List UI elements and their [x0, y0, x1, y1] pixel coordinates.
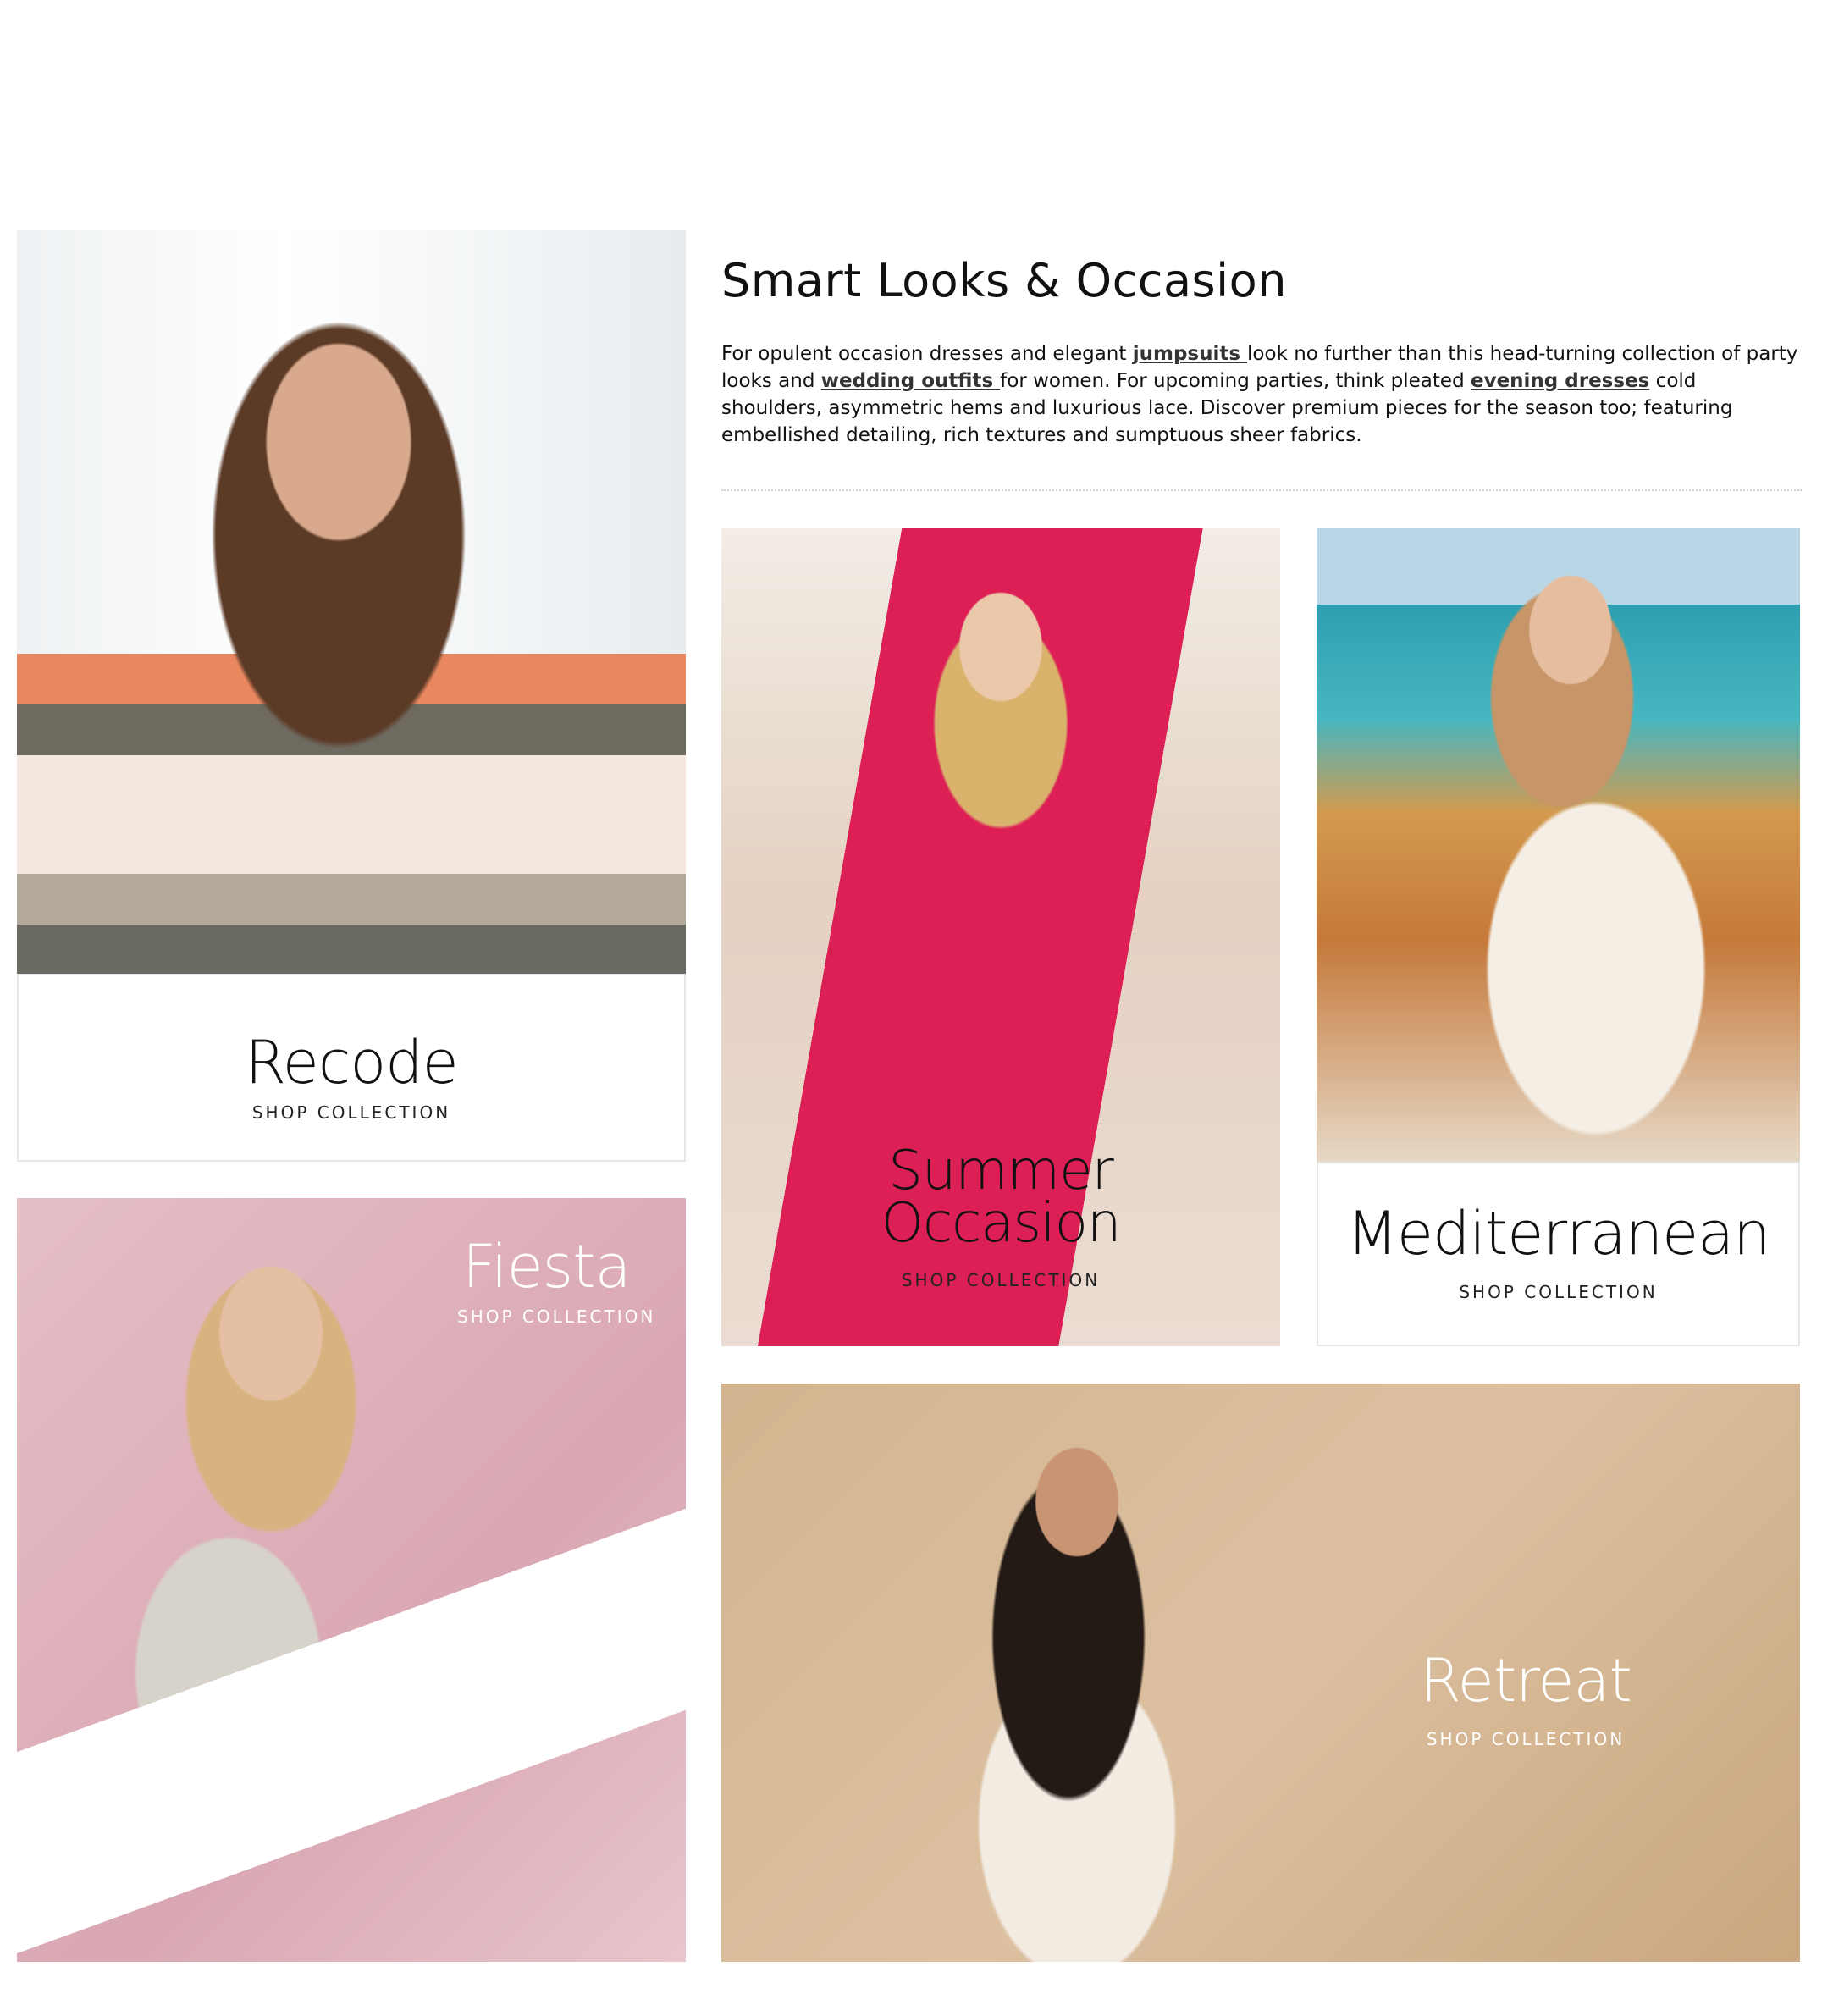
summer-occasion-title-line2: Occasion [881, 1192, 1122, 1255]
summer-occasion-shop-collection-link[interactable]: SHOP COLLECTION [721, 1270, 1280, 1290]
mediterranean-title: Mediterranean [1346, 1199, 1770, 1268]
collection-card-retreat[interactable]: Retreat SHOP COLLECTION [721, 1384, 1800, 1962]
recode-title: Recode [245, 1028, 458, 1097]
jumpsuits-link[interactable]: jumpsuits [1133, 343, 1247, 365]
fiesta-shop-collection-link[interactable]: SHOP COLLECTION [356, 1306, 686, 1327]
collection-card-mediterranean[interactable]: Mediterranean SHOP COLLECTION [1317, 528, 1800, 1346]
summer-occasion-title: Summer Occasion [721, 1140, 1280, 1255]
intro-text-3: for women. For upcoming parties, think p… [1000, 370, 1471, 392]
section-divider [721, 489, 1802, 491]
mediterranean-model-photo[interactable] [1317, 528, 1800, 1162]
collection-card-recode[interactable]: Recode SHOP COLLECTION [17, 230, 686, 1162]
evening-dresses-link[interactable]: evening dresses [1471, 370, 1649, 392]
collection-card-fiesta[interactable]: Fiesta SHOP COLLECTION [17, 1198, 686, 1962]
collection-card-summer-occasion[interactable]: Summer Occasion SHOP COLLECTION [721, 528, 1280, 1346]
intro-description: For opulent occasion dresses and elegant… [721, 340, 1802, 449]
recode-shop-collection-link[interactable]: SHOP COLLECTION [19, 1102, 684, 1123]
retreat-title: Retreat [1420, 1646, 1632, 1715]
wedding-outfits-link[interactable]: wedding outfits [821, 370, 1000, 392]
intro-text-1: For opulent occasion dresses and elegant [721, 343, 1133, 365]
mediterranean-caption-box[interactable]: Mediterranean SHOP COLLECTION [1317, 1162, 1800, 1346]
mediterranean-shop-collection-link[interactable]: SHOP COLLECTION [1318, 1282, 1798, 1302]
retreat-shop-collection-link[interactable]: SHOP COLLECTION [1348, 1729, 1703, 1749]
recode-model-photo[interactable] [17, 230, 686, 974]
fiesta-title: Fiesta [462, 1232, 632, 1301]
recode-caption-box[interactable]: Recode SHOP COLLECTION [17, 974, 686, 1162]
page-title: Smart Looks & Occasion [721, 254, 1287, 307]
summer-occasion-title-line1: Summer [888, 1140, 1114, 1202]
